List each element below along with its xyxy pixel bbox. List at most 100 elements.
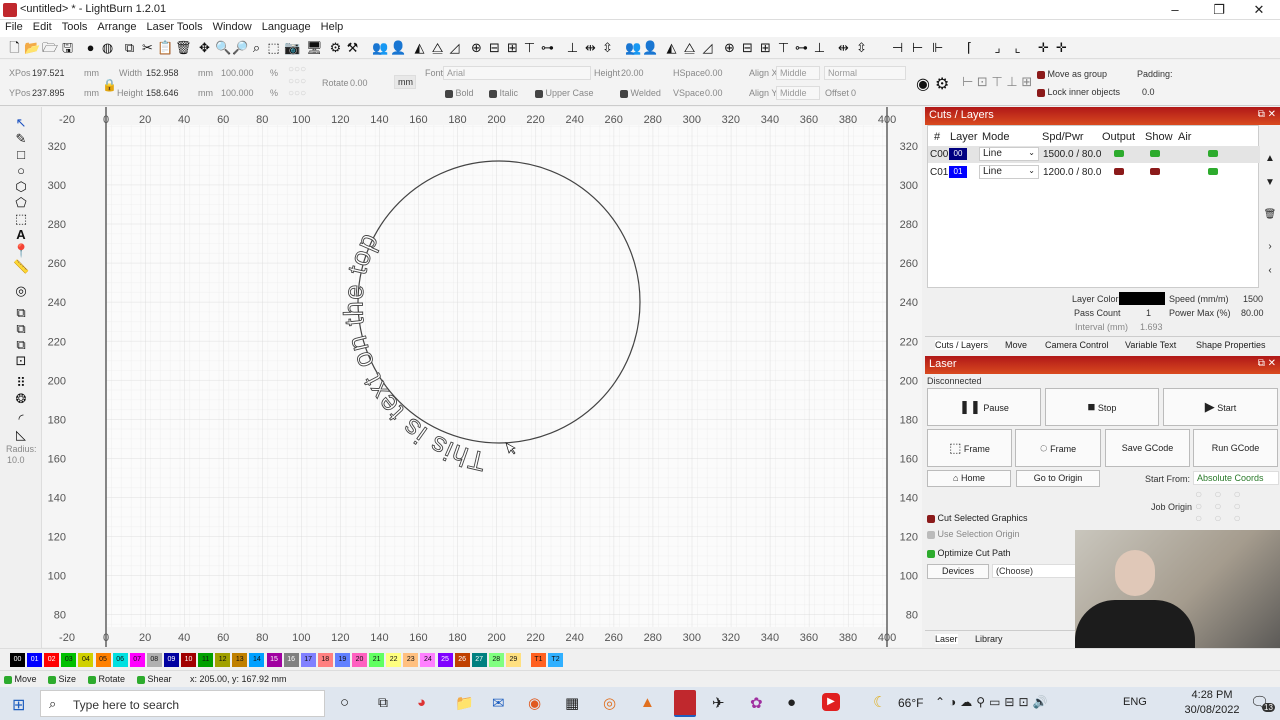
firefox-icon[interactable]: ◉ bbox=[528, 694, 541, 712]
davinci-icon[interactable]: ✿ bbox=[750, 694, 763, 712]
move-icon[interactable]: ✥ bbox=[197, 40, 212, 55]
move-down-icon[interactable]: ▼ bbox=[1263, 171, 1277, 195]
pause-button[interactable]: ❚❚ Pause bbox=[927, 388, 1041, 426]
video-editor-icon[interactable]: ▶ bbox=[822, 693, 840, 711]
preview-icon[interactable]: ⚙ bbox=[935, 74, 949, 94]
palette-swatch[interactable]: 00 bbox=[10, 653, 25, 667]
frame-circle-button[interactable]: ◌ Frame bbox=[1015, 429, 1101, 467]
palette-swatch[interactable]: 07 bbox=[129, 653, 145, 667]
air-toggle[interactable] bbox=[1208, 150, 1218, 157]
polyline-tool-icon[interactable]: ⬠ bbox=[13, 195, 29, 211]
rectangle-tool-icon[interactable]: □ bbox=[13, 147, 29, 163]
menu-laser-tools[interactable]: Laser Tools bbox=[142, 20, 208, 33]
corner2-icon[interactable]: ⌞ bbox=[1010, 40, 1025, 55]
tab-laser[interactable]: Laser bbox=[935, 634, 958, 644]
start-button[interactable]: ▶ Start bbox=[1163, 388, 1278, 426]
menu-tools[interactable]: Tools bbox=[57, 20, 93, 33]
rotate-icon[interactable]: ◿ bbox=[447, 40, 462, 55]
space-v-icon[interactable]: ⇳ bbox=[854, 40, 869, 55]
palette-swatch[interactable]: 20 bbox=[352, 653, 367, 667]
ungroup-icon[interactable]: 👤 bbox=[390, 40, 406, 55]
new-file-icon[interactable]: 🗋 bbox=[7, 40, 22, 55]
mode-select[interactable]: Line ⌄ bbox=[979, 165, 1039, 179]
palette-swatch[interactable]: 29 bbox=[505, 653, 521, 667]
chevron-left-icon[interactable]: ‹ bbox=[1263, 259, 1277, 283]
origin-selector-icon[interactable]: ○○○ ○○○ ○○○ bbox=[288, 64, 306, 100]
palette-swatch[interactable]: 02 bbox=[44, 653, 60, 667]
interval-value[interactable]: 1.693 bbox=[1140, 322, 1163, 332]
paste-icon[interactable]: 📋 bbox=[157, 40, 173, 55]
windows-start-icon[interactable]: ⊞ bbox=[12, 695, 25, 715]
palette-swatch[interactable]: 04 bbox=[78, 653, 94, 667]
device-select[interactable]: (Choose) bbox=[992, 564, 1077, 578]
taskbar-search[interactable]: ⌕ Type here to search bbox=[40, 690, 325, 717]
palette-swatch[interactable]: 27 bbox=[471, 653, 487, 667]
file-explorer-icon[interactable]: 📁 bbox=[455, 694, 474, 712]
palette-swatch[interactable]: 06 bbox=[112, 653, 128, 667]
panel-close-icon[interactable]: ⧉ ✕ bbox=[1258, 109, 1276, 120]
top-icon[interactable]: ⊤ bbox=[776, 40, 791, 55]
cortana-icon[interactable]: ○ bbox=[340, 694, 349, 711]
stop-button[interactable]: ■ Stop bbox=[1045, 388, 1159, 426]
width-value[interactable]: 152.958 bbox=[146, 68, 179, 78]
height-value[interactable]: 158.646 bbox=[146, 88, 179, 98]
menu-help[interactable]: Help bbox=[316, 20, 349, 33]
palette-swatch[interactable]: 14 bbox=[249, 653, 265, 667]
font-select[interactable]: Arial bbox=[443, 66, 591, 80]
corner-round-icon[interactable]: ◜ bbox=[13, 411, 29, 427]
uppercase-toggle[interactable]: Upper Case bbox=[535, 88, 594, 98]
measure-tool-icon[interactable]: 📏 bbox=[13, 259, 29, 275]
layer-swatch[interactable]: 00 bbox=[949, 148, 967, 160]
palette-swatch[interactable]: 16 bbox=[283, 653, 299, 667]
move-ud-icon[interactable]: ⊢ bbox=[910, 40, 925, 55]
left-icon[interactable]: ⊟ bbox=[740, 40, 755, 55]
layer-swatch[interactable]: 01 bbox=[949, 166, 967, 178]
zoom-fit-icon[interactable]: ⌕ bbox=[249, 40, 264, 55]
device-settings-icon[interactable]: ◍ bbox=[100, 40, 115, 55]
cut-selected-toggle[interactable]: Cut Selected Graphics bbox=[927, 513, 1028, 523]
align-bottom-icon[interactable]: ⊥ bbox=[565, 40, 580, 55]
language-indicator[interactable]: ENG bbox=[1123, 696, 1147, 708]
chrome-icon[interactable]: ◕ bbox=[417, 694, 426, 711]
text-style-select[interactable]: Normal bbox=[824, 66, 906, 80]
tab-shape-properties[interactable]: Shape Properties bbox=[1196, 340, 1266, 350]
menu-arrange[interactable]: Arrange bbox=[92, 20, 141, 33]
align-middle-icon[interactable]: ⊶ bbox=[540, 40, 555, 55]
frame-rect-button[interactable]: ⬚ Frame bbox=[927, 429, 1012, 467]
task-view-icon[interactable]: ⧉ bbox=[378, 694, 388, 711]
flip-icon[interactable]: ◭ bbox=[664, 40, 679, 55]
bold-toggle[interactable]: Bold bbox=[445, 88, 474, 98]
scale-w-value[interactable]: 100.000 bbox=[221, 68, 254, 78]
eye-icon[interactable]: ◉ bbox=[916, 74, 930, 94]
rotate-cw-icon[interactable]: ◿ bbox=[700, 40, 715, 55]
delete-icon[interactable]: 🗑 bbox=[175, 40, 192, 55]
hspace-value[interactable]: 0.00 bbox=[705, 68, 723, 78]
laser-panel-close-icon[interactable]: ⧉ ✕ bbox=[1258, 358, 1276, 369]
import-icon[interactable]: 🗁 bbox=[42, 40, 58, 55]
tab-move[interactable]: Move bbox=[1005, 340, 1027, 350]
boolean-diff-icon[interactable]: ⧉ bbox=[13, 321, 29, 337]
air-toggle[interactable] bbox=[1208, 168, 1218, 175]
pass-count-value[interactable]: 1 bbox=[1146, 308, 1151, 318]
go-to-origin-button[interactable]: Go to Origin bbox=[1016, 470, 1100, 487]
output-toggle[interactable] bbox=[1114, 150, 1124, 157]
menu-language[interactable]: Language bbox=[257, 20, 316, 33]
space-h-icon[interactable]: ⇹ bbox=[836, 40, 851, 55]
right-icon[interactable]: ⊞ bbox=[758, 40, 773, 55]
palette-swatch[interactable]: 24 bbox=[420, 653, 436, 667]
dist-h-icon[interactable]: ⇹ bbox=[583, 40, 598, 55]
palette-swatch[interactable]: T1 bbox=[531, 653, 546, 667]
edit-nodes-icon[interactable]: ✎ bbox=[13, 131, 29, 147]
mode-select[interactable]: Line ⌄ bbox=[979, 147, 1039, 161]
corner-chamfer-icon[interactable]: ◺ bbox=[13, 427, 29, 443]
devices-button[interactable]: Devices bbox=[927, 564, 989, 579]
scale-h-value[interactable]: 100.000 bbox=[221, 88, 254, 98]
move-up-icon[interactable]: ▲ bbox=[1263, 147, 1277, 171]
save-gcode-button[interactable]: Save GCode bbox=[1105, 429, 1190, 467]
cross-align-icon[interactable]: ✛ bbox=[1036, 40, 1051, 55]
italic-toggle[interactable]: Italic bbox=[489, 88, 518, 98]
palette-swatch[interactable]: 11 bbox=[198, 653, 214, 667]
trash-icon[interactable]: 🗑 bbox=[1263, 203, 1277, 227]
middle-icon[interactable]: ⊶ bbox=[794, 40, 809, 55]
canvas-svg[interactable]: -20 0 20 40 60 80 100 120 140 160 180 200 220 240 260 2… bbox=[42, 107, 922, 647]
